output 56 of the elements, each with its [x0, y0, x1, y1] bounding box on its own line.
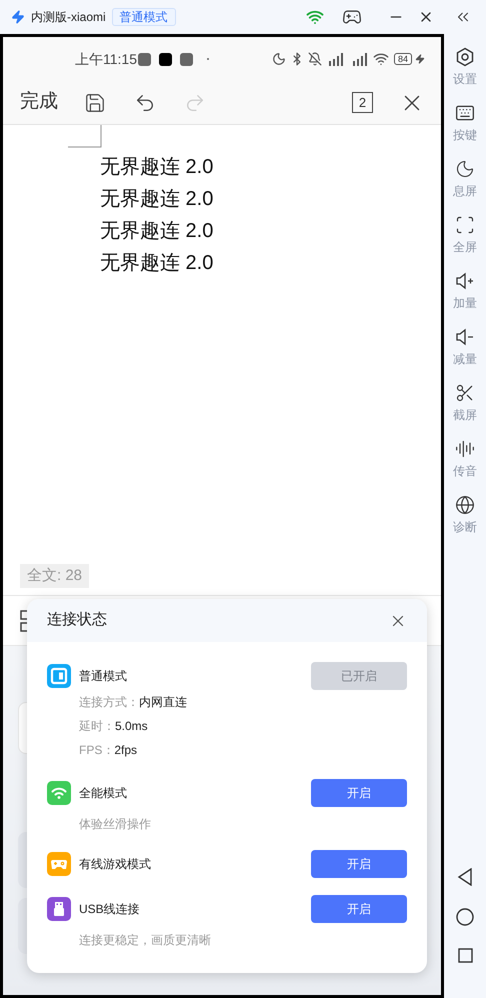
- moon-icon: [455, 158, 475, 178]
- mode-name: USB线连接: [79, 901, 140, 918]
- word-count: 全文: 28: [20, 564, 90, 588]
- volume-down-icon: [455, 326, 475, 346]
- sidebar-button[interactable]: 全屏: [453, 207, 477, 263]
- save-icon[interactable]: [84, 92, 106, 114]
- wifi-icon[interactable]: [306, 8, 324, 26]
- sidebar-button[interactable]: 诊断: [453, 487, 477, 543]
- moon-icon: [272, 52, 286, 66]
- enable-button[interactable]: 开启: [311, 779, 407, 807]
- tab-count-button[interactable]: 2: [352, 92, 373, 113]
- document-line: 无界趣连 2.0: [100, 155, 214, 180]
- dialog-title: 连接状态: [47, 610, 107, 630]
- detail-text: 延时：5.0ms: [79, 718, 149, 735]
- mode-badge: 普通模式: [112, 8, 176, 26]
- home-icon[interactable]: [456, 908, 474, 926]
- scissors-icon: [455, 382, 475, 402]
- battery-icon: 84: [394, 53, 412, 65]
- detail-text: FPS：2fps: [79, 742, 138, 759]
- sidebar-button[interactable]: 加量: [453, 263, 477, 319]
- lightning-icon: [11, 10, 25, 24]
- document-line: 无界趣连 2.0: [100, 251, 214, 276]
- sidebar-button[interactable]: 减量: [453, 319, 477, 375]
- sidebar-button[interactable]: 传音: [453, 431, 477, 487]
- back-icon[interactable]: [457, 868, 473, 886]
- cursor-handle: [68, 125, 102, 148]
- bell-off-icon: [308, 52, 322, 66]
- mode-description: 体验丝滑操作: [78, 816, 152, 833]
- enable-button[interactable]: 开启: [311, 895, 407, 923]
- fullscreen-icon: [455, 214, 475, 234]
- settings-icon: [455, 46, 475, 66]
- app-title: 内测版-xiaomi: [31, 9, 106, 26]
- audio-lines-icon: [455, 438, 475, 458]
- enable-button[interactable]: 开启: [311, 850, 407, 878]
- sidebar-button[interactable]: 按键: [453, 95, 477, 151]
- done-button[interactable]: 完成: [20, 88, 58, 117]
- mode-name: 普通模式: [79, 668, 127, 685]
- sidebar-button[interactable]: 设置: [453, 39, 477, 95]
- status-time: 上午11:15: [75, 50, 137, 68]
- keyboard-icon: [455, 102, 475, 122]
- wifi-icon: [372, 51, 389, 67]
- notification-icon: [138, 52, 151, 66]
- recents-icon[interactable]: [458, 948, 472, 963]
- notification-icon: [180, 52, 193, 66]
- sidebar-button[interactable]: 截屏: [453, 375, 477, 431]
- mode-description: 连接更稳定，画质更清晰: [78, 932, 212, 949]
- document-line: 无界趣连 2.0: [100, 219, 214, 244]
- notification-icon: [159, 52, 172, 66]
- detail-text: 连接方式：内网直连: [79, 694, 188, 711]
- globe-icon: [455, 494, 475, 514]
- sidebar-button[interactable]: 息屏: [453, 151, 477, 207]
- volume-up-icon: [455, 270, 475, 290]
- mode-name: 有线游戏模式: [79, 856, 151, 873]
- document-line: 无界趣连 2.0: [100, 187, 214, 212]
- charging-icon: [415, 54, 425, 64]
- mode-name: 全能模式: [79, 785, 127, 802]
